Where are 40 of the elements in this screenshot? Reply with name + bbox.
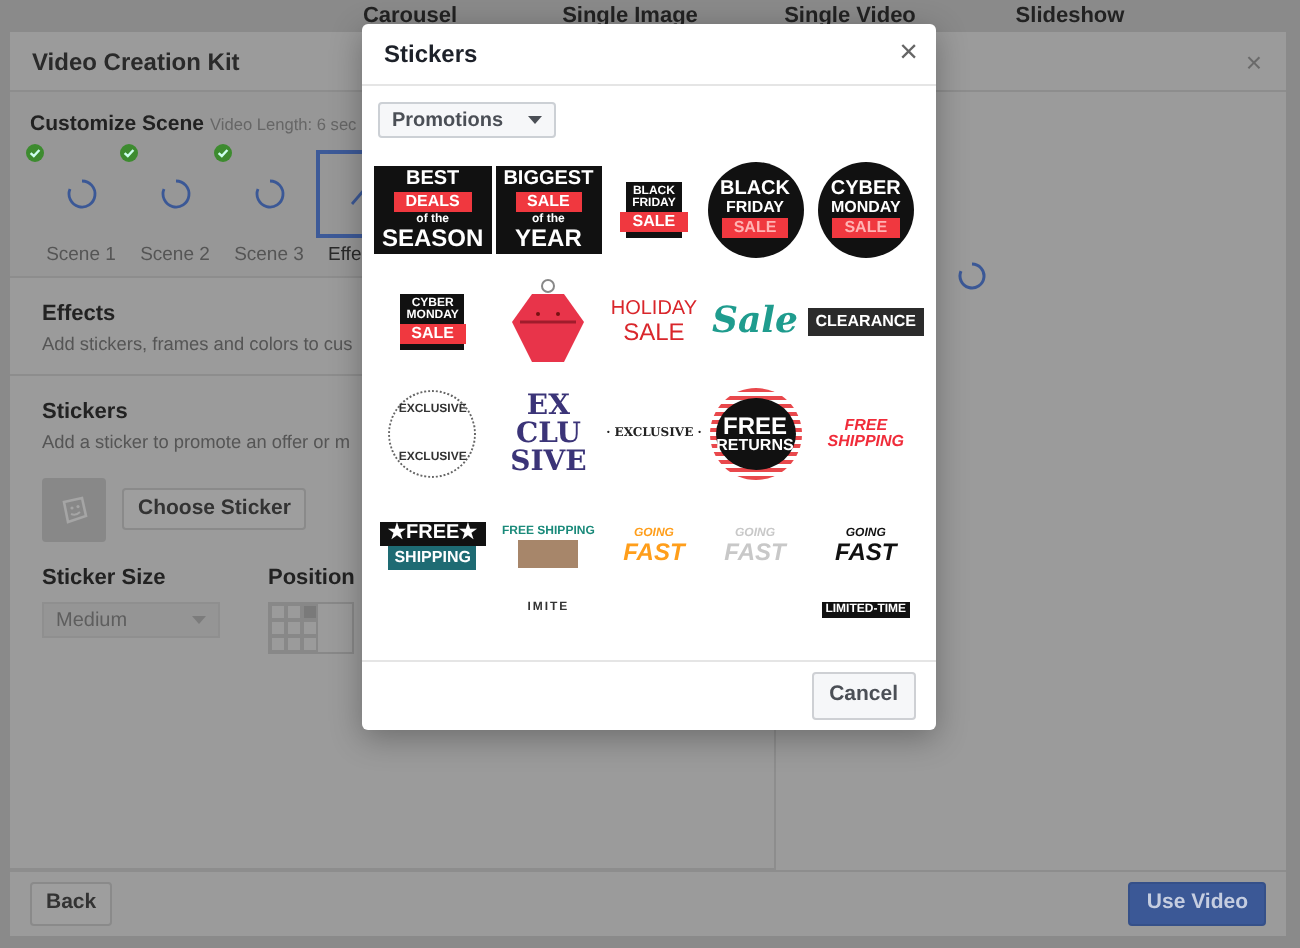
- sticker-button[interactable]: EX CLU SIVE: [510, 392, 587, 476]
- scene-tab[interactable]: Scene 3: [234, 241, 304, 270]
- field-label: Sticker Size: [42, 563, 166, 594]
- position-cell[interactable]: [286, 620, 302, 637]
- sticker-button[interactable]: BLACK FRIDAY SALE: [707, 162, 803, 258]
- use-video-button[interactable]: Use Video: [1128, 882, 1266, 926]
- sticker-button[interactable]: CYBER MONDAY SALE: [817, 162, 914, 258]
- ornament-drawing: [508, 278, 589, 366]
- close-button[interactable]: ×: [899, 38, 918, 70]
- caret-icon: [528, 116, 542, 124]
- tab[interactable]: Carousel: [300, 0, 520, 32]
- tab[interactable]: Single Video: [740, 0, 960, 32]
- dialog-title: Video Creation Kit: [32, 45, 240, 79]
- sticker-button[interactable]: FREE RETURNS: [709, 388, 801, 480]
- modal-title: Stickers: [384, 38, 478, 72]
- section-description: Add stickers, frames and colors to cus: [42, 331, 353, 357]
- cancel-button[interactable]: Cancel: [811, 672, 916, 720]
- position-cell[interactable]: [302, 620, 318, 637]
- field-label: Position: [268, 563, 355, 594]
- sticker-button[interactable]: [508, 278, 589, 366]
- section-description: Add a sticker to promote an offer or m: [42, 429, 351, 456]
- choose-sticker-button[interactable]: Choose Sticker: [122, 487, 307, 531]
- sticker-placeholder-icon: [42, 477, 106, 542]
- back-button[interactable]: Back: [30, 882, 113, 926]
- tab[interactable]: Single Image: [520, 0, 740, 32]
- scene-tab[interactable]: Scene 1: [46, 241, 116, 270]
- loading-spinner-icon: [957, 262, 985, 290]
- scene-tab[interactable]: Scene 2: [140, 241, 210, 270]
- position-cell[interactable]: [302, 604, 318, 621]
- section-title: Stickers: [42, 398, 128, 429]
- section-title: Customize Scene: [30, 110, 204, 140]
- sticker-button[interactable]: Sale: [712, 304, 798, 340]
- tab[interactable]: Slideshow: [960, 0, 1180, 32]
- caret-icon: [192, 616, 206, 625]
- sticker-button[interactable]: HOLIDAY SALE: [610, 300, 698, 344]
- category-dropdown[interactable]: Promotions: [378, 102, 556, 138]
- section-title: Effects: [42, 300, 116, 330]
- sticker-button[interactable]: FREE SHIPPING: [827, 418, 904, 450]
- scene-tab[interactable]: Effe: [328, 241, 362, 270]
- sticker-button[interactable]: CLEARANCE: [807, 308, 924, 336]
